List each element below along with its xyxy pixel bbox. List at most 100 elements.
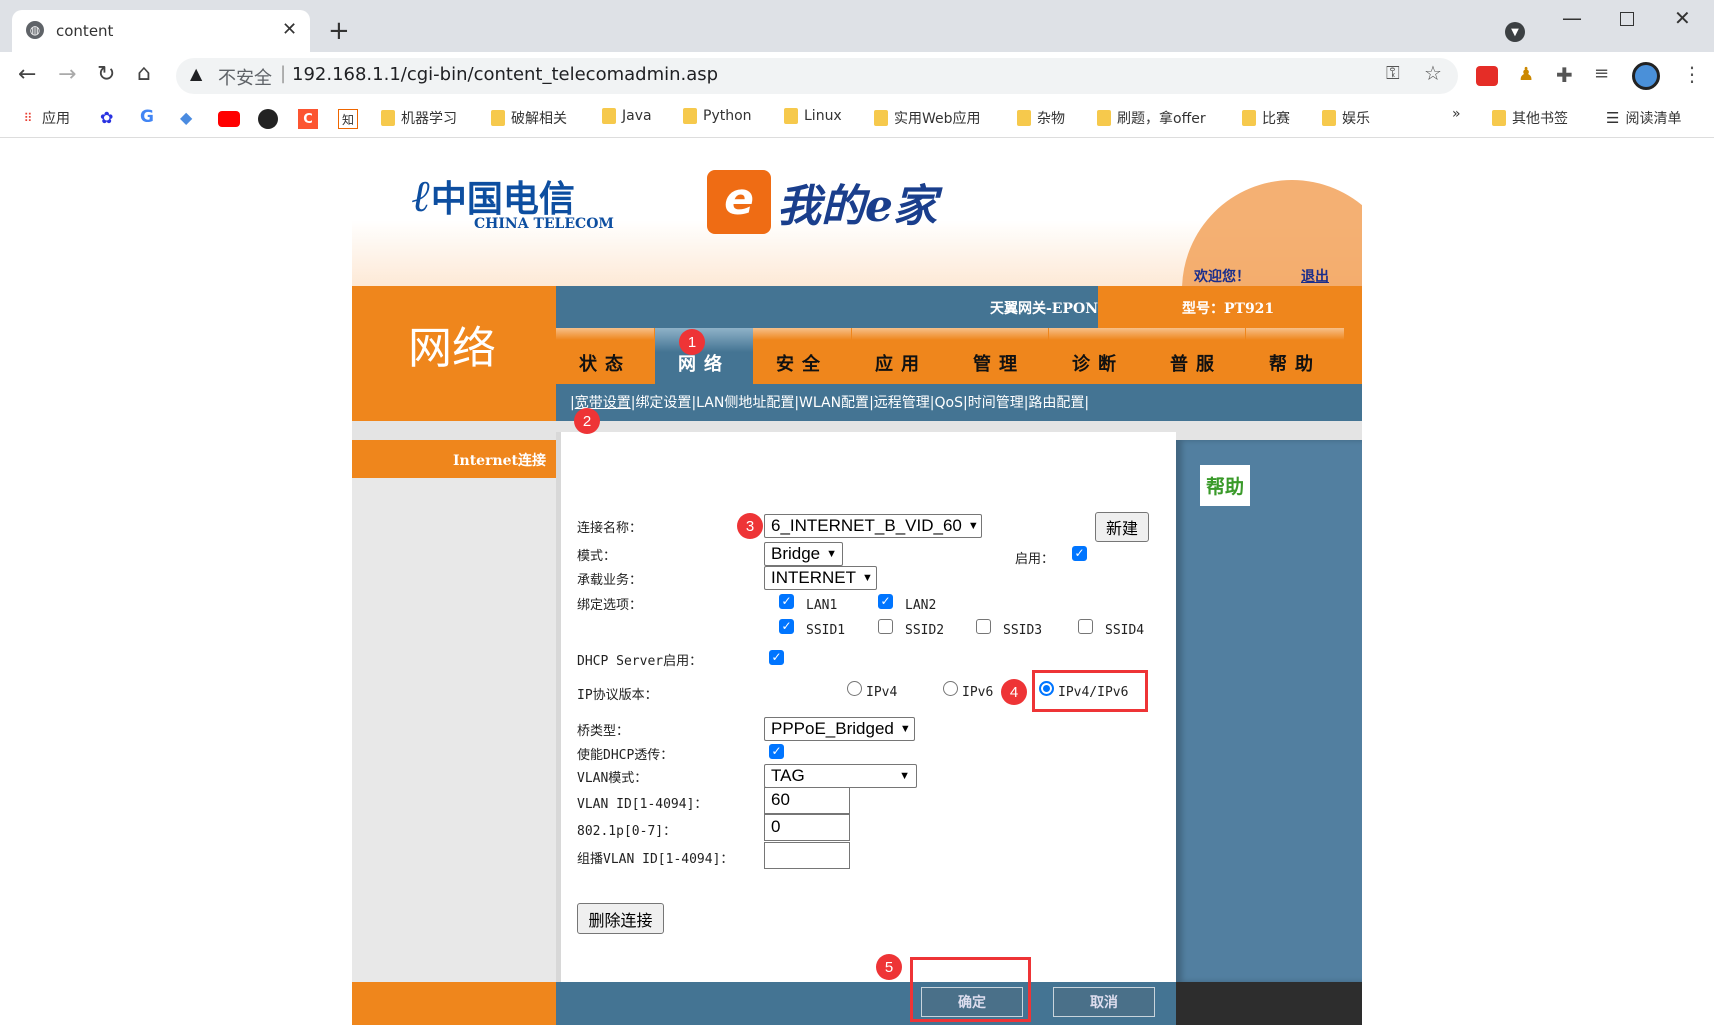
new-button[interactable]: 新建	[1095, 512, 1149, 542]
forward-icon[interactable]: →	[58, 62, 76, 87]
home-icon[interactable]: ⌂	[137, 61, 151, 86]
tab-application[interactable]: 应用	[852, 328, 950, 384]
bookmark-folder[interactable]: 机器学习	[381, 108, 457, 128]
subnav-qos[interactable]: QoS	[935, 395, 963, 411]
bookmark-star-icon[interactable]: ☆	[1424, 61, 1442, 85]
globe-icon: ◍	[26, 21, 44, 39]
menu-icon[interactable]: ⋮	[1682, 62, 1702, 86]
ssid4-checkbox[interactable]	[1078, 619, 1093, 634]
mode-select[interactable]: Bridge ▼	[764, 542, 843, 566]
bookmark-folder[interactable]: 比赛	[1242, 108, 1290, 128]
bookmark-folder[interactable]: 实用Web应用	[874, 108, 981, 128]
subnav-binding[interactable]: 绑定设置	[635, 395, 691, 411]
tab-management[interactable]: 管理	[950, 328, 1048, 384]
ssid1-checkbox[interactable]: ✓	[779, 619, 794, 634]
reading-list[interactable]: ☰ 阅读清单	[1606, 108, 1681, 128]
delete-connection-button[interactable]: 删除连接	[577, 903, 664, 934]
model-text: 型号：PT921	[1182, 301, 1275, 317]
bookmarks-bar: ⠿ 应用 ✿ G ◆ C 知 机器学习 破解相关 Java Python Linu…	[0, 100, 1714, 138]
maximize-button[interactable]	[1620, 12, 1634, 26]
lan1-checkbox[interactable]: ✓	[779, 594, 794, 609]
more-bookmarks-button[interactable]: »	[1452, 106, 1461, 122]
new-tab-button[interactable]: +	[328, 16, 350, 46]
tab-status[interactable]: 状态	[556, 328, 654, 384]
close-window-button[interactable]: ✕	[1674, 6, 1691, 30]
priority-input[interactable]: 0	[764, 814, 850, 841]
back-icon[interactable]: ←	[18, 62, 36, 87]
other-bookmarks[interactable]: 其他书签	[1492, 108, 1568, 128]
bookmark-apps[interactable]: ⠿ 应用	[20, 108, 70, 128]
dhcp-checkbox[interactable]: ✓	[769, 650, 784, 665]
bookmark-folder[interactable]: Linux	[784, 108, 842, 124]
bookmark-folder[interactable]: 破解相关	[491, 108, 567, 128]
ipv6-radio[interactable]	[943, 681, 958, 696]
highlight-box	[1032, 670, 1148, 712]
subnav-wlan[interactable]: WLAN配置	[799, 395, 869, 411]
priority-label: 802.1p[0-7]：	[577, 824, 677, 839]
cancel-button[interactable]: 取消	[1053, 987, 1155, 1017]
tab-diagnosis[interactable]: 诊断	[1049, 328, 1147, 384]
csdn-icon[interactable]: C	[298, 109, 318, 129]
multicast-vlan-label: 组播VLAN ID[1-4094]：	[577, 852, 734, 867]
folder-icon	[381, 110, 395, 126]
folder-icon	[1097, 110, 1111, 126]
extension-icon-2[interactable]: ♟	[1518, 64, 1534, 85]
china-telecom-logo: ℓ中国电信 CHINA TELECOM	[412, 171, 614, 232]
warning-icon: ▲	[190, 64, 203, 83]
folder-icon	[1017, 110, 1031, 126]
folder-icon	[683, 108, 697, 124]
close-tab-icon[interactable]: ✕	[282, 19, 297, 40]
tab-security[interactable]: 安全	[753, 328, 851, 384]
subnav-lan[interactable]: LAN侧地址配置	[696, 395, 794, 411]
baidu-icon[interactable]: ✿	[100, 108, 113, 127]
zhihu-icon[interactable]: 知	[338, 109, 358, 129]
bookmark-folder[interactable]: 刷题，拿offer	[1097, 108, 1206, 128]
left-sidebar	[352, 440, 556, 982]
bookmark-icon[interactable]: ◆	[180, 108, 192, 127]
subnav-remote[interactable]: 远程管理	[874, 395, 930, 411]
annotation-marker: 2	[574, 408, 600, 434]
ssid2-checkbox[interactable]	[878, 619, 893, 634]
vlan-id-input[interactable]: 60	[764, 787, 850, 814]
minimize-button[interactable]: —	[1562, 6, 1582, 30]
bookmark-folder[interactable]: Java	[602, 108, 652, 124]
conn-name-select[interactable]: 6_INTERNET_B_VID_60 ▼	[764, 514, 982, 538]
youtube-icon[interactable]	[218, 111, 240, 127]
vlan-mode-select[interactable]: TAG ▼	[764, 764, 917, 788]
enable-checkbox[interactable]: ✓	[1072, 546, 1087, 561]
google-icon[interactable]: G	[140, 107, 154, 127]
extension-icon[interactable]	[1476, 66, 1498, 86]
avatar[interactable]	[1632, 62, 1660, 90]
browser-tab[interactable]: ◍ content ✕	[12, 10, 310, 52]
ssid3-checkbox[interactable]	[976, 619, 991, 634]
key-icon[interactable]: ⚿	[1386, 63, 1400, 84]
bridge-type-select[interactable]: PPPoE_Bridged ▼	[764, 717, 915, 741]
bookmark-folder[interactable]: Python	[683, 108, 752, 124]
security-label[interactable]: 不安全	[218, 64, 272, 90]
address-bar[interactable]: ▲ 不安全 | 192.168.1.1/cgi-bin/content_tele…	[176, 58, 1458, 94]
logout-link[interactable]: 退出	[1301, 266, 1329, 286]
lan2-checkbox[interactable]: ✓	[878, 594, 893, 609]
bookmark-folder[interactable]: 杂物	[1017, 108, 1065, 128]
subnav-time[interactable]: 时间管理	[968, 395, 1024, 411]
media-icon[interactable]: ≡	[1594, 63, 1609, 84]
tab-universal-service[interactable]: 普服	[1147, 328, 1245, 384]
service-select[interactable]: INTERNET ▼	[764, 566, 877, 590]
multicast-vlan-input[interactable]	[764, 842, 850, 869]
ipv4-radio[interactable]	[847, 681, 862, 696]
help-panel: 帮助	[1176, 440, 1362, 982]
bookmark-folder[interactable]: 娱乐	[1322, 108, 1370, 128]
tab-help[interactable]: 帮助	[1246, 328, 1344, 384]
tab-search-icon[interactable]: ▼	[1505, 22, 1525, 42]
sidebar-item-internet[interactable]: Internet连接	[352, 440, 562, 478]
dhcp-passthrough-checkbox[interactable]: ✓	[769, 744, 784, 759]
subnav-route[interactable]: 路由配置	[1028, 395, 1084, 411]
url-text[interactable]: 192.168.1.1/cgi-bin/content_telecomadmin…	[292, 64, 718, 85]
ehome-house-icon: e	[707, 170, 771, 234]
welcome-text: 欢迎您！	[1194, 269, 1250, 285]
github-icon[interactable]	[258, 109, 278, 129]
chevron-down-icon: ▼	[826, 548, 838, 560]
puzzle-icon[interactable]: ✚	[1556, 63, 1573, 87]
folder-icon	[1322, 110, 1336, 126]
reload-icon[interactable]: ↻	[97, 62, 115, 87]
